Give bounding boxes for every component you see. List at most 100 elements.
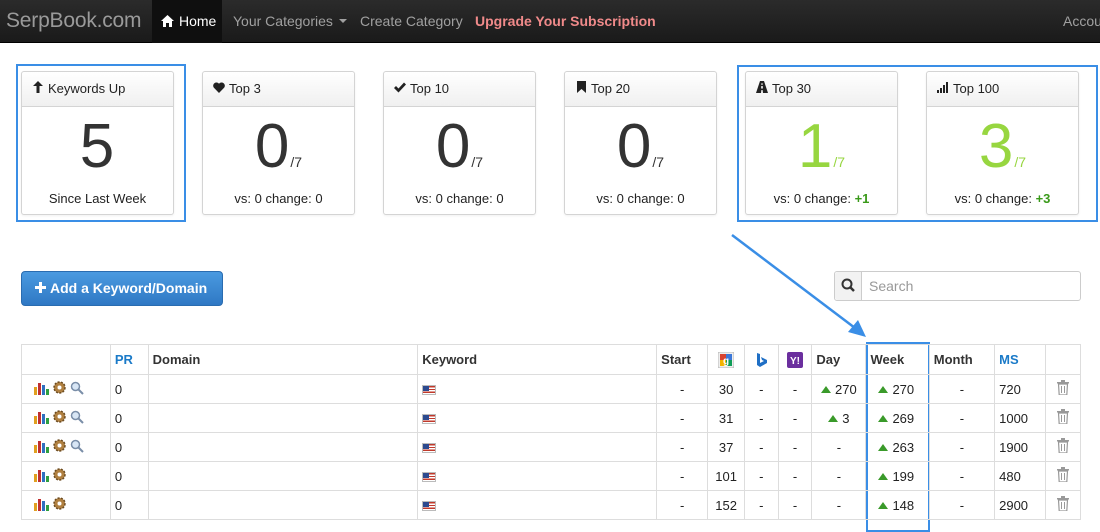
table-row[interactable]: 0-152- - -148-2900 — [21, 490, 1081, 520]
bing-rank-cell: - — [743, 461, 779, 491]
ms-cell: 2900 — [994, 490, 1047, 520]
table-row[interactable]: 0-101- - -199-480 — [21, 461, 1081, 491]
domain-redacted — [152, 498, 319, 514]
col-google[interactable]: g — [707, 344, 745, 375]
col-keyword[interactable]: Keyword — [417, 344, 658, 375]
ms-cell: 720 — [994, 374, 1047, 404]
keyword-cell — [417, 374, 658, 404]
keyword-cell — [417, 490, 658, 520]
bing-rank-cell: - — [743, 432, 779, 462]
trash-icon[interactable] — [1057, 409, 1070, 424]
week-cell: 263 — [865, 432, 930, 462]
svg-text:g: g — [723, 356, 729, 367]
table-row[interactable]: 0-30- -270 270-720 — [21, 374, 1081, 404]
plus-icon — [35, 282, 46, 293]
trash-icon[interactable] — [1057, 438, 1070, 453]
col-actions — [1045, 344, 1081, 375]
start-cell: - — [656, 432, 709, 462]
search-box — [834, 271, 1081, 301]
gear-icon[interactable] — [52, 438, 67, 453]
yahoo-icon: Y! — [787, 351, 803, 368]
pr-cell: 0 — [109, 432, 149, 462]
delete-cell — [1045, 461, 1081, 491]
keyword-redacted — [444, 498, 625, 514]
col-month[interactable]: Month — [928, 344, 996, 375]
yahoo-rank-cell: - — [777, 461, 813, 491]
domain-redacted — [152, 469, 315, 485]
domain-cell — [147, 461, 419, 491]
keyword-cell — [417, 432, 658, 462]
day-cell: 270 — [811, 374, 867, 404]
row-tools — [21, 461, 111, 491]
domain-cell — [147, 374, 419, 404]
google-rank-cell: 30 — [707, 374, 745, 404]
domain-redacted — [152, 440, 325, 456]
col-week[interactable]: Week — [865, 344, 930, 375]
pr-cell: 0 — [109, 374, 149, 404]
us-flag-icon — [422, 413, 437, 424]
add-button-label: Add a Keyword/Domain — [50, 280, 208, 296]
arrow-up-icon — [821, 385, 832, 393]
chart-icon[interactable] — [34, 468, 49, 482]
month-cell: - — [928, 403, 996, 433]
col-bing[interactable] — [743, 344, 779, 375]
delete-cell — [1045, 490, 1081, 520]
table-row[interactable]: 0-31- -3 269-1000 — [21, 403, 1081, 433]
day-value: - — [836, 497, 842, 513]
bing-rank-cell: - — [743, 403, 779, 433]
search-addon[interactable] — [835, 272, 862, 300]
col-yahoo[interactable]: Y! — [777, 344, 813, 375]
magnifier-icon[interactable] — [70, 381, 84, 395]
start-cell: - — [656, 374, 709, 404]
keyword-cell — [417, 403, 658, 433]
col-ms[interactable]: MS — [994, 344, 1047, 375]
week-cell: 270 — [865, 374, 930, 404]
col-domain[interactable]: Domain — [147, 344, 419, 375]
pr-cell: 0 — [109, 461, 149, 491]
gear-icon[interactable] — [52, 380, 67, 395]
add-keyword-domain-button[interactable]: Add a Keyword/Domain — [21, 271, 223, 306]
month-cell: - — [928, 374, 996, 404]
col-pr[interactable]: PR — [109, 344, 149, 375]
yahoo-rank-cell: - — [777, 403, 813, 433]
chart-icon[interactable] — [34, 439, 49, 453]
trash-icon[interactable] — [1057, 380, 1070, 395]
week-cell: 199 — [865, 461, 930, 491]
chart-icon[interactable] — [34, 381, 49, 395]
yahoo-rank-cell: - — [777, 374, 813, 404]
table-row[interactable]: 0-37- - -263-1900 — [21, 432, 1081, 462]
trash-icon[interactable] — [1057, 496, 1070, 511]
start-cell: - — [656, 461, 709, 491]
magnifier-icon[interactable] — [70, 439, 84, 453]
ms-cell: 480 — [994, 461, 1047, 491]
yahoo-rank-cell: - — [777, 432, 813, 462]
day-cell: 3 — [811, 403, 867, 433]
magnifier-icon[interactable] — [70, 410, 84, 424]
week-cell: 148 — [865, 490, 930, 520]
col-start[interactable]: Start — [656, 344, 709, 375]
ms-cell: 1900 — [994, 432, 1047, 462]
arrow-up-icon — [878, 385, 889, 393]
bing-icon — [757, 352, 768, 367]
us-flag-icon — [422, 442, 437, 453]
arrow-up-icon — [878, 472, 889, 480]
day-cell: - — [811, 432, 867, 462]
google-rank-cell: 101 — [707, 461, 745, 491]
trash-icon[interactable] — [1057, 467, 1070, 482]
search-input[interactable] — [863, 272, 1079, 300]
chart-icon[interactable] — [34, 497, 49, 511]
gear-icon[interactable] — [52, 467, 67, 482]
row-tools — [21, 403, 111, 433]
chart-icon[interactable] — [34, 410, 49, 424]
keyword-redacted — [444, 469, 590, 485]
ms-cell: 1000 — [994, 403, 1047, 433]
gear-icon[interactable] — [52, 496, 67, 511]
col-day[interactable]: Day — [811, 344, 867, 375]
arrow-up-icon — [828, 414, 839, 422]
gear-icon[interactable] — [52, 409, 67, 424]
yahoo-rank-cell: - — [777, 490, 813, 520]
month-cell: - — [928, 432, 996, 462]
col-tools — [21, 344, 111, 375]
keyword-cell — [417, 461, 658, 491]
row-tools — [21, 490, 111, 520]
